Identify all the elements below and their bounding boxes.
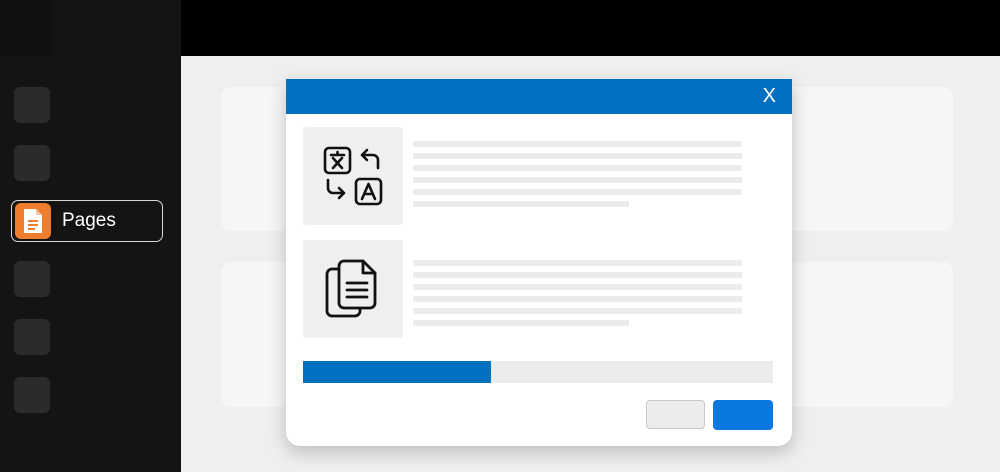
- copy-documents-icon: [303, 240, 403, 338]
- translate-icon: [303, 127, 403, 225]
- sidebar-item-6[interactable]: [14, 377, 50, 413]
- ok-button[interactable]: [713, 400, 773, 430]
- sidebar-item-pages[interactable]: Pages: [11, 200, 163, 242]
- text-line: [413, 320, 629, 326]
- close-button[interactable]: X: [763, 85, 776, 107]
- dialog: X: [286, 79, 792, 446]
- text-line: [413, 260, 742, 266]
- sidebar: Pages: [0, 0, 181, 472]
- text-line: [413, 189, 742, 195]
- text-line: [413, 177, 742, 183]
- text-line: [413, 201, 629, 207]
- sidebar-item-5[interactable]: [14, 319, 50, 355]
- text-line: [413, 284, 742, 290]
- text-line: [413, 272, 742, 278]
- text-line: [413, 296, 742, 302]
- sidebar-top-corner: [0, 0, 52, 56]
- text-line: [413, 141, 742, 147]
- sidebar-item-4[interactable]: [14, 261, 50, 297]
- sidebar-item-label: Pages: [62, 210, 116, 231]
- document-icon: [15, 203, 51, 239]
- sidebar-item-2[interactable]: [14, 145, 50, 181]
- dialog-header: X: [286, 79, 792, 114]
- cancel-button[interactable]: [646, 400, 705, 429]
- sidebar-item-1[interactable]: [14, 87, 50, 123]
- text-line: [413, 308, 742, 314]
- text-line: [413, 165, 742, 171]
- progress-bar: [303, 361, 773, 383]
- text-line: [413, 153, 742, 159]
- progress-fill: [303, 361, 491, 383]
